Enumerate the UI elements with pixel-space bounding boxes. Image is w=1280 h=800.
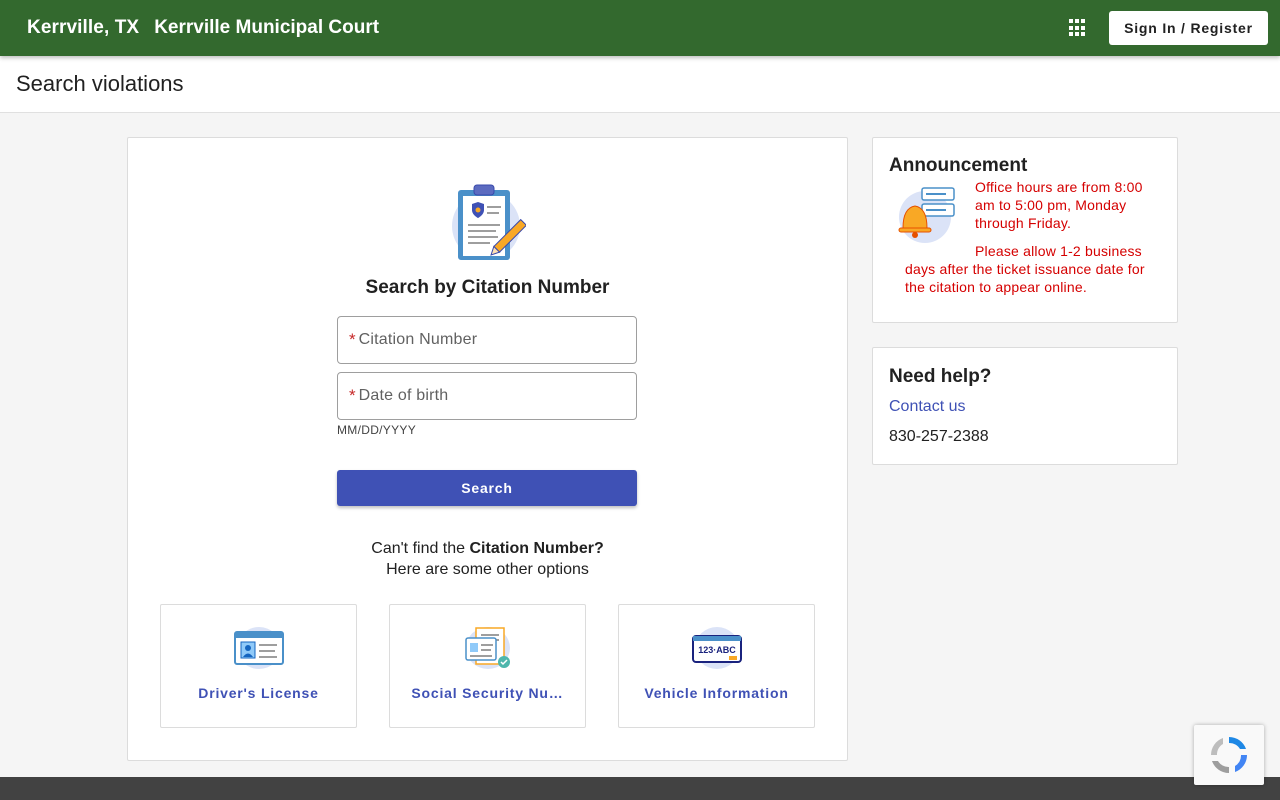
sign-in-register-button[interactable]: Sign In / Register <box>1109 11 1268 45</box>
date-format-hint: MM/DD/YYYY <box>337 423 417 437</box>
clipboard-badge-icon <box>452 184 526 260</box>
cant-find-prefix: Can't find the <box>371 540 470 557</box>
cant-find-bold: Citation Number? <box>469 540 604 557</box>
svg-text:123·ABC: 123·ABC <box>698 645 736 655</box>
page-title: Search violations <box>16 71 184 96</box>
option-social-security[interactable]: Social Security Nu… <box>389 604 586 728</box>
announcement-title: Announcement <box>889 155 1028 176</box>
help-card: Need help? Contact us 830-257-2388 <box>872 347 1178 465</box>
required-marker: * <box>349 330 356 349</box>
processing-time-text: Please allow 1-2 business days after the… <box>905 243 1145 295</box>
recaptcha-icon <box>1211 737 1247 773</box>
footer <box>0 777 1280 800</box>
top-navbar: Kerrville, TX Kerrville Municipal Court … <box>0 0 1280 56</box>
phone-number: 830-257-2388 <box>889 428 989 445</box>
drivers-license-icon <box>234 627 284 669</box>
search-button[interactable]: Search <box>337 470 637 506</box>
option-vehicle-information[interactable]: 123·ABC Vehicle Information <box>618 604 815 728</box>
recaptcha-badge[interactable] <box>1194 725 1264 785</box>
citation-number-input[interactable]: * Citation Number <box>337 316 637 364</box>
date-of-birth-input[interactable]: * Date of birth <box>337 372 637 420</box>
help-title: Need help? <box>889 366 992 387</box>
city-label[interactable]: Kerrville, TX <box>27 17 139 39</box>
page-header: Search violations <box>0 56 1280 113</box>
announcement-card: Announcement Office hours are from 8:00 … <box>872 137 1178 323</box>
office-hours-text: Office hours are from 8:00 am to 5:00 pm… <box>975 179 1143 231</box>
date-of-birth-placeholder: Date of birth <box>358 387 449 404</box>
other-options-label: Here are some other options <box>386 561 589 578</box>
other-options-text: Can't find the Citation Number? Here are… <box>128 538 847 580</box>
option-label: Driver's License <box>198 685 319 701</box>
court-name[interactable]: Kerrville Municipal Court <box>154 17 379 39</box>
bell-icon <box>898 187 955 243</box>
search-title: Search by Citation Number <box>365 277 610 298</box>
option-label: Vehicle Information <box>644 685 789 701</box>
option-label: Social Security Nu… <box>411 685 564 701</box>
contact-us-link[interactable]: Contact us <box>889 398 965 416</box>
required-marker: * <box>349 386 356 405</box>
license-plate-icon: 123·ABC <box>692 627 742 669</box>
citation-number-placeholder: Citation Number <box>358 331 478 348</box>
social-security-card-icon <box>465 627 510 669</box>
option-drivers-license[interactable]: Driver's License <box>160 604 357 728</box>
apps-grid-icon[interactable] <box>1066 17 1088 39</box>
citation-search-card: Search by Citation Number * Citation Num… <box>127 137 848 761</box>
